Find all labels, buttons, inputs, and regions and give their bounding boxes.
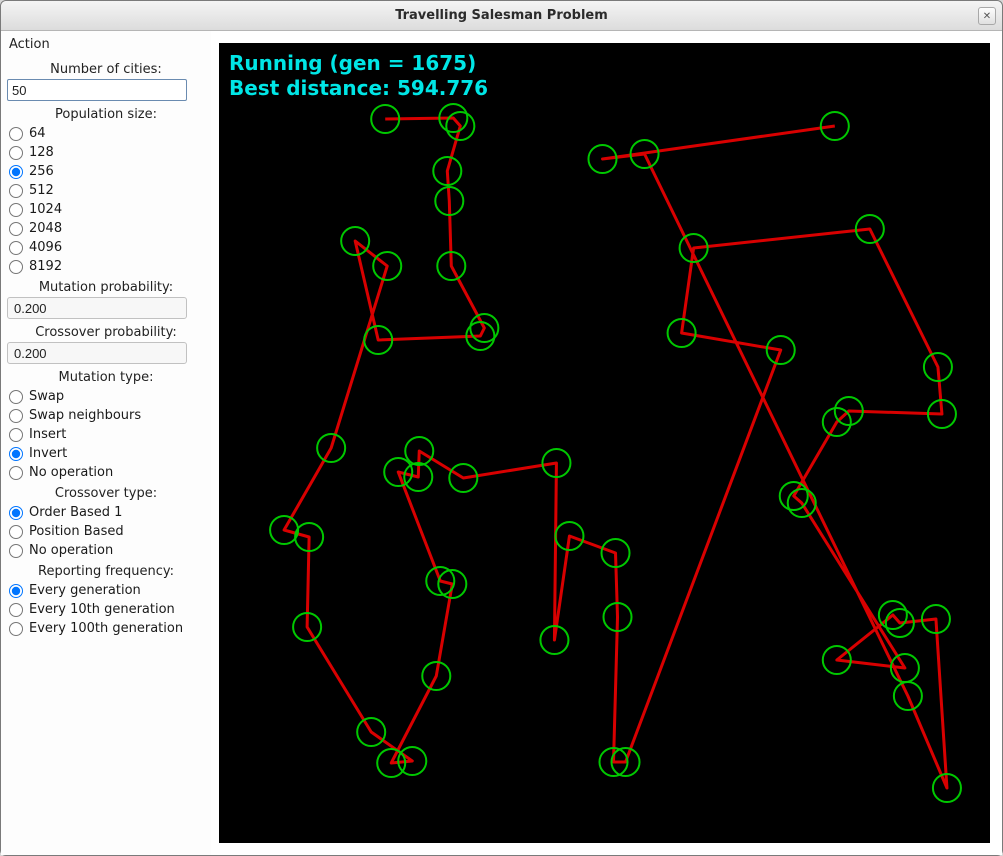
mut-prob-label: Mutation probability: <box>7 278 205 295</box>
pop-size-option[interactable]: 2048 <box>7 219 205 238</box>
sidebar: Action Number of cities: Population size… <box>1 31 211 855</box>
cross-type-option[interactable]: No operation <box>7 541 205 560</box>
cross-type-option[interactable]: Position Based <box>7 522 205 541</box>
pop-size-option[interactable]: 64 <box>7 124 205 143</box>
cross-prob-input[interactable] <box>7 342 187 364</box>
mut-type-radio[interactable] <box>9 466 23 480</box>
pop-size-label: 256 <box>29 164 54 179</box>
pop-size-radio[interactable] <box>9 184 23 198</box>
status-overlay: Running (gen = 1675) Best distance: 594.… <box>229 51 488 101</box>
mut-type-label: Swap neighbours <box>29 408 141 423</box>
cross-type-label: No operation <box>29 543 113 558</box>
cross-type-label: Position Based <box>29 524 124 539</box>
cross-type-group: Order Based 1 Position Based No operation <box>7 503 205 560</box>
pop-size-radio[interactable] <box>9 127 23 141</box>
pop-size-option[interactable]: 256 <box>7 162 205 181</box>
mut-type-option[interactable]: Invert <box>7 444 205 463</box>
report-freq-option[interactable]: Every generation <box>7 581 205 600</box>
pop-size-label: Population size: <box>7 105 205 122</box>
cross-type-label: Order Based 1 <box>29 505 122 520</box>
report-freq-label: Every 100th generation <box>29 621 183 636</box>
mut-type-label: Mutation type: <box>7 368 205 385</box>
mut-prob-input[interactable] <box>7 297 187 319</box>
pop-size-radio[interactable] <box>9 146 23 160</box>
mut-type-option[interactable]: Swap neighbours <box>7 406 205 425</box>
num-cities-label: Number of cities: <box>7 60 205 77</box>
mut-type-label: Swap <box>29 389 64 404</box>
report-freq-option[interactable]: Every 10th generation <box>7 600 205 619</box>
tsp-plot <box>219 43 990 843</box>
pop-size-option[interactable]: 1024 <box>7 200 205 219</box>
mut-type-option[interactable]: Swap <box>7 387 205 406</box>
mut-type-label: No operation <box>29 465 113 480</box>
cross-type-radio[interactable] <box>9 525 23 539</box>
report-freq-option[interactable]: Every 100th generation <box>7 619 205 638</box>
tour-path <box>284 118 947 788</box>
pop-size-radio[interactable] <box>9 260 23 274</box>
status-line2: Best distance: 594.776 <box>229 76 488 100</box>
report-freq-label: Every 10th generation <box>29 602 175 617</box>
pop-size-label: 1024 <box>29 202 62 217</box>
report-freq-label: Reporting frequency: <box>7 562 205 579</box>
report-freq-label: Every generation <box>29 583 141 598</box>
canvas: Running (gen = 1675) Best distance: 594.… <box>219 43 990 843</box>
pop-size-radio[interactable] <box>9 165 23 179</box>
status-line1: Running (gen = 1675) <box>229 51 476 75</box>
pop-size-radio[interactable] <box>9 203 23 217</box>
report-freq-radio[interactable] <box>9 584 23 598</box>
report-freq-radio[interactable] <box>9 622 23 636</box>
app-window: Travelling Salesman Problem ✕ Action Num… <box>0 0 1003 856</box>
close-button[interactable]: ✕ <box>978 7 996 25</box>
action-menu[interactable]: Action <box>7 35 205 58</box>
pop-size-radio[interactable] <box>9 241 23 255</box>
mut-type-label: Invert <box>29 446 67 461</box>
pop-size-option[interactable]: 8192 <box>7 257 205 276</box>
pop-size-group: 64 128 256 512 1024 2048 4096 8192 <box>7 124 205 276</box>
pop-size-label: 64 <box>29 126 46 141</box>
pop-size-label: 2048 <box>29 221 62 236</box>
close-icon: ✕ <box>983 11 991 22</box>
pop-size-label: 8192 <box>29 259 62 274</box>
titlebar: Travelling Salesman Problem ✕ <box>1 1 1002 31</box>
cross-type-radio[interactable] <box>9 544 23 558</box>
report-freq-group: Every generation Every 10th generation Eve… <box>7 581 205 638</box>
mut-type-option[interactable]: No operation <box>7 463 205 482</box>
cross-type-label: Crossover type: <box>7 484 205 501</box>
pop-size-radio[interactable] <box>9 222 23 236</box>
report-freq-radio[interactable] <box>9 603 23 617</box>
window-title: Travelling Salesman Problem <box>1 8 1002 23</box>
cross-prob-label: Crossover probability: <box>7 323 205 340</box>
client-area: Action Number of cities: Population size… <box>1 31 1002 855</box>
cross-type-radio[interactable] <box>9 506 23 520</box>
pop-size-label: 128 <box>29 145 54 160</box>
mut-type-radio[interactable] <box>9 447 23 461</box>
mut-type-label: Insert <box>29 427 66 442</box>
mut-type-radio[interactable] <box>9 428 23 442</box>
mut-type-option[interactable]: Insert <box>7 425 205 444</box>
mut-type-group: Swap Swap neighbours Insert Invert No operat… <box>7 387 205 482</box>
mut-type-radio[interactable] <box>9 409 23 423</box>
pop-size-label: 4096 <box>29 240 62 255</box>
cross-type-option[interactable]: Order Based 1 <box>7 503 205 522</box>
num-cities-input[interactable] <box>7 79 187 101</box>
pop-size-option[interactable]: 4096 <box>7 238 205 257</box>
pop-size-option[interactable]: 512 <box>7 181 205 200</box>
pop-size-label: 512 <box>29 183 54 198</box>
pop-size-option[interactable]: 128 <box>7 143 205 162</box>
mut-type-radio[interactable] <box>9 390 23 404</box>
